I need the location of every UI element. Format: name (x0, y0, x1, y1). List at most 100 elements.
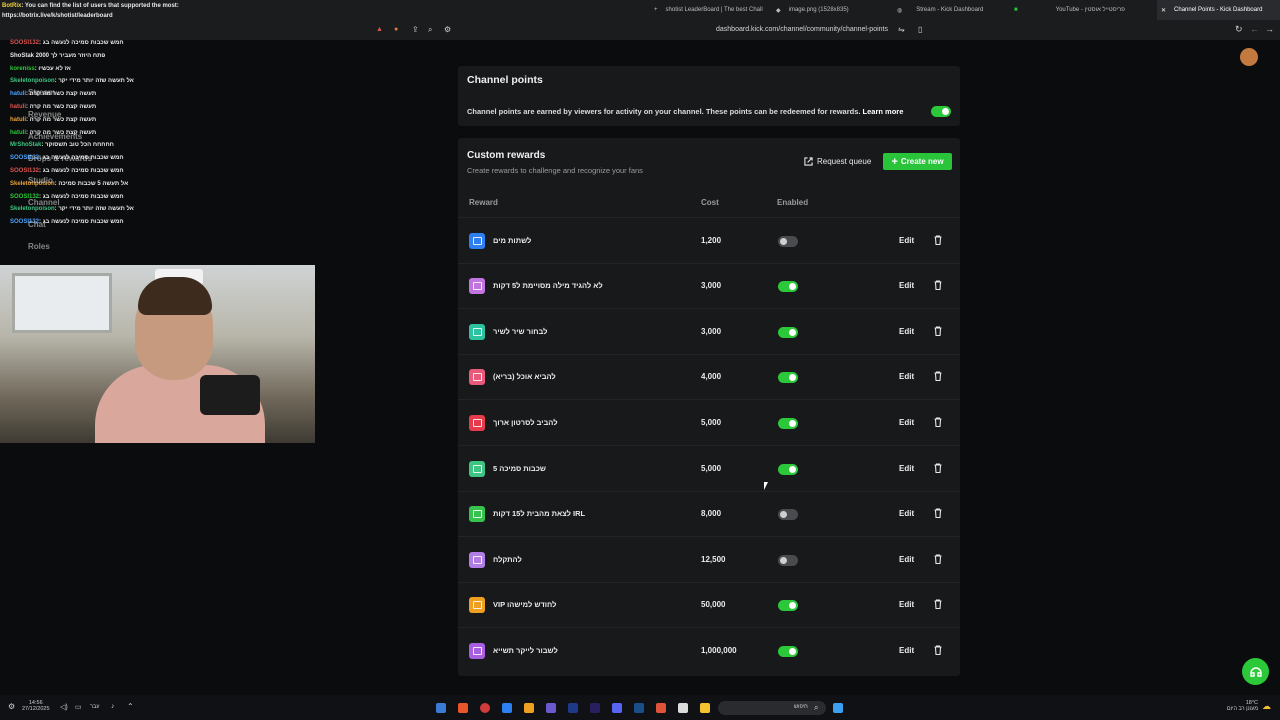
edit-button[interactable]: Edit (899, 555, 914, 564)
trash-icon[interactable] (934, 645, 942, 655)
create-new-label: Create new (900, 157, 944, 166)
app-icon-5[interactable] (524, 703, 534, 713)
app-icon-13[interactable] (700, 703, 710, 713)
share-icon[interactable]: ⇪ (412, 25, 419, 34)
ghost-nav-item: Revenue (28, 110, 62, 119)
new-tab-icon[interactable]: + (654, 7, 658, 13)
chat-user: hatuli (10, 104, 26, 110)
trash-icon[interactable] (934, 417, 942, 427)
edit-button[interactable]: Edit (899, 281, 914, 290)
trash-icon[interactable] (934, 462, 942, 473)
tab-image[interactable]: ◆ image.png (1528x835) (772, 0, 882, 20)
network-icon[interactable]: ▭ (75, 703, 82, 711)
channel-points-toggle[interactable] (931, 106, 951, 117)
edit-button[interactable]: Edit (899, 418, 914, 427)
app-icon-3[interactable] (480, 703, 490, 713)
app-icon-8[interactable] (590, 703, 600, 713)
tab-label: Channel Points - Kick Dashboard (1174, 7, 1263, 13)
reload-icon[interactable]: ↻ (1235, 24, 1243, 35)
app-icon-2[interactable] (458, 703, 468, 713)
tab-youtube[interactable]: ■ YouTube - פריסטייל אוסטין (1010, 0, 1155, 20)
language-indicator[interactable]: עבר (90, 704, 99, 710)
tab-channel-points[interactable]: ✕ Channel Points - Kick Dashboard (1157, 0, 1280, 20)
chat-user: SOOSI132 (10, 168, 40, 174)
clock[interactable]: 14:56 27/12/2025 (22, 700, 50, 712)
avatar[interactable] (1240, 48, 1258, 66)
chat-user: hatuli (10, 129, 26, 136)
trash-icon[interactable] (934, 371, 942, 382)
forward-icon[interactable]: ← (1250, 24, 1259, 34)
toggle-knob (780, 511, 787, 519)
reward-enabled-toggle[interactable] (778, 235, 798, 247)
search-icon: ⌕ (814, 703, 819, 712)
trash-icon[interactable] (934, 280, 942, 291)
weather-widget[interactable]: 18°C מעונן רב היום (1218, 700, 1258, 712)
app-icon-7[interactable] (568, 703, 578, 713)
edit-button[interactable]: Edit (899, 600, 914, 609)
reward-enabled-toggle[interactable] (778, 417, 798, 429)
reward-enabled-toggle[interactable] (778, 463, 798, 475)
reward-enabled-toggle[interactable] (778, 600, 798, 612)
trash-icon[interactable] (934, 508, 942, 519)
table-row: 5 שכבות סמיכה 5,000 Edit (458, 447, 960, 492)
edit-button[interactable]: Edit (899, 464, 914, 473)
toggle-knob (789, 465, 796, 473)
extension-icon[interactable]: ▲ (376, 26, 383, 33)
chat-text: : You can find the list of users that su… (21, 3, 179, 9)
tab-leaderboard[interactable]: + shotist LeaderBoard | The best Chall (648, 0, 768, 20)
windows-start-icon[interactable] (833, 703, 843, 713)
brave-icon[interactable]: ● (394, 26, 398, 33)
trash-icon[interactable] (934, 234, 942, 245)
create-new-button[interactable]: + Create new (883, 153, 952, 170)
app-icon-10[interactable] (634, 703, 644, 713)
request-queue-button[interactable]: Request queue (800, 153, 878, 170)
reward-enabled-toggle[interactable] (778, 509, 798, 521)
back-icon[interactable]: → (1265, 24, 1274, 34)
reward-cost: 50,000 (701, 600, 726, 610)
chevron-up-icon[interactable]: ⌃ (127, 702, 134, 711)
edit-button[interactable]: Edit (899, 236, 914, 245)
taskbar-search[interactable]: חיפוש ⌕ (718, 701, 826, 715)
edit-button[interactable]: Edit (899, 509, 914, 518)
trash-icon[interactable] (934, 599, 942, 610)
app-icon-9[interactable] (612, 703, 622, 713)
chat-text: : חמש שכבות סמיכה לנעשה בג (39, 219, 124, 226)
bookmark-icon[interactable]: ▯ (918, 25, 922, 34)
reward-enabled-toggle[interactable] (778, 281, 798, 293)
url-text[interactable]: dashboard.kick.com/channel/community/cha… (716, 26, 888, 33)
chat-user: hatuli (10, 116, 26, 123)
mic-tray-icon[interactable]: ♪ (111, 703, 115, 710)
reward-cost: 1,000,000 (701, 645, 737, 655)
edit-button[interactable]: Edit (899, 646, 914, 655)
chat-link: https://botrix.live/k/shotist/leaderboar… (2, 10, 113, 23)
close-icon[interactable]: ✕ (1161, 7, 1166, 14)
reward-enabled-toggle[interactable] (778, 645, 798, 657)
app-icon-1[interactable] (436, 703, 446, 713)
learn-more-link[interactable]: Learn more (863, 107, 904, 116)
volume-icon[interactable]: ◁) (60, 703, 68, 711)
edit-button[interactable]: Edit (899, 327, 914, 336)
settings-icon[interactable]: ⚙ (444, 25, 451, 34)
edit-button[interactable]: Edit (899, 372, 914, 381)
app-icon-12[interactable] (678, 703, 688, 713)
app-icon-6[interactable] (546, 703, 556, 713)
app-icon-4[interactable] (502, 703, 512, 713)
clock-date: 27/12/2025 (22, 706, 50, 712)
tune-icon[interactable]: ⇋ (898, 25, 905, 34)
chat-help-button[interactable] (1242, 658, 1269, 685)
ticket-icon (472, 236, 482, 245)
reward-enabled-toggle[interactable] (778, 372, 798, 384)
search-label: חיפוש (794, 704, 808, 710)
search-icon[interactable]: ⌕ (428, 25, 432, 35)
tab-label: image.png (1528x835) (788, 7, 849, 13)
trash-icon[interactable] (934, 554, 942, 564)
reward-enabled-toggle[interactable] (778, 554, 798, 566)
chat-text: : אל תעשה שזה יותר מידי יקר (54, 78, 134, 85)
reward-enabled-toggle[interactable] (778, 326, 798, 338)
app-icon-11[interactable] (656, 703, 666, 713)
tab-stream[interactable]: ◍ Stream - Kick Dashboard (895, 0, 1005, 20)
trash-icon[interactable] (934, 326, 942, 336)
settings-tray-icon[interactable]: ⚙ (8, 702, 15, 711)
tab-label: Stream - Kick Dashboard (916, 7, 984, 13)
reward-icon (469, 414, 485, 431)
